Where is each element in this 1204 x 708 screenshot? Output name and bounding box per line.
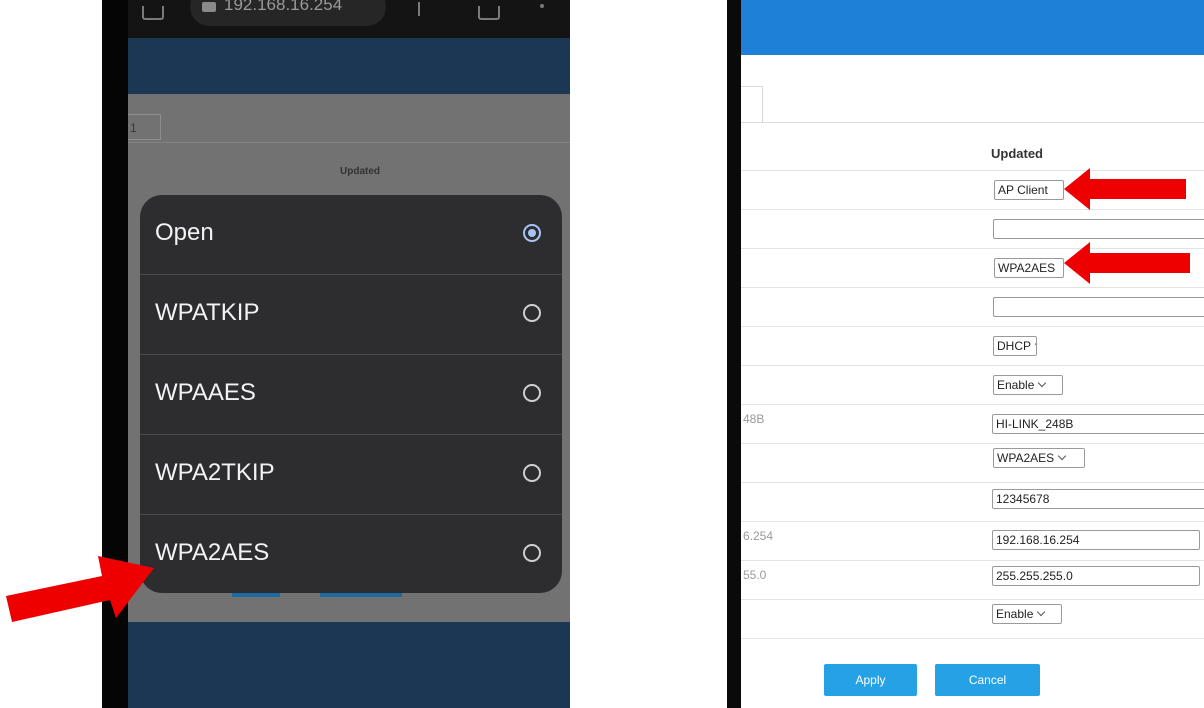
chevron-down-icon: [1038, 378, 1047, 388]
ap-password-input[interactable]: 12345678: [992, 489, 1204, 509]
field-value: WPA2AES: [998, 261, 1056, 275]
row-divider: [741, 482, 1204, 483]
updated-column-header: Updated: [991, 146, 1043, 161]
row-left-label: 6.254: [743, 529, 774, 543]
ssid-input[interactable]: [993, 219, 1204, 239]
browser-toolbar: 192.168.16.254: [128, 0, 570, 38]
radio-icon[interactable]: [523, 464, 541, 482]
option-label: WPAAES: [155, 379, 256, 406]
page-footer: [128, 622, 570, 708]
field-value: Enable: [996, 607, 1034, 621]
field-value: 255.255.255.0: [996, 569, 1073, 583]
red-arrow-icon: [1064, 168, 1186, 210]
row-divider: [741, 560, 1204, 561]
router-settings-screenshot: Updated 48B 6.254 55.0 AP Client WPA2AES…: [727, 0, 1204, 708]
enable-select[interactable]: Enable: [993, 375, 1063, 395]
row-left-label: 55.0: [743, 568, 767, 582]
cancel-button[interactable]: Cancel: [935, 664, 1040, 696]
row-divider: [741, 599, 1204, 600]
mode-select[interactable]: AP Client: [994, 180, 1064, 200]
encryption-picker-dialog: Open WPATKIP WPAAES WPA2TKIP WPA2AES: [140, 195, 562, 593]
option-open[interactable]: Open: [140, 195, 562, 275]
field-value: HI-LINK_248B: [996, 417, 1074, 431]
radio-icon[interactable]: [523, 304, 541, 322]
divider: [128, 142, 570, 143]
ap-encryption-select[interactable]: WPA2AES: [993, 448, 1085, 468]
radio-icon[interactable]: [523, 384, 541, 402]
row-divider: [741, 365, 1204, 366]
subnet-mask-input[interactable]: 255.255.255.0: [992, 566, 1200, 586]
red-arrow-icon: [6, 556, 154, 622]
chevron-down-icon: [1037, 607, 1046, 617]
field-value: 192.168.16.254: [996, 533, 1080, 547]
field-value: AP Client: [998, 183, 1048, 197]
apply-button[interactable]: Apply: [824, 664, 917, 696]
option-label: Open: [155, 219, 214, 246]
password-input[interactable]: [993, 297, 1204, 317]
row-divider: [741, 638, 1204, 639]
settings-tab[interactable]: [741, 86, 763, 123]
tab-icon[interactable]: [142, 6, 164, 20]
row-divider: [741, 287, 1204, 288]
router-header-bar: [741, 0, 1204, 55]
row-left-label: 48B: [743, 412, 765, 426]
dhcp-server-select[interactable]: Enable: [992, 604, 1062, 624]
row-divider: [741, 443, 1204, 444]
phone-screenshot: 192.168.16.254 1 Updated Open WPATKIP WP…: [102, 0, 570, 708]
address-text: 192.168.16.254: [224, 0, 343, 14]
chevron-down-icon: [1034, 339, 1036, 349]
option-wpatkip[interactable]: WPATKIP: [140, 275, 562, 355]
radio-selected-icon[interactable]: [523, 224, 541, 242]
chevron-down-icon: [1057, 451, 1067, 461]
field-value: 12345678: [996, 492, 1050, 506]
option-wpa2tkip[interactable]: WPA2TKIP: [140, 435, 562, 515]
page-banner: [128, 38, 570, 94]
row-divider: [741, 326, 1204, 327]
wan-mode-select[interactable]: DHCP: [993, 336, 1037, 356]
updated-column-header: Updated: [340, 166, 380, 177]
red-arrow-icon: [1064, 242, 1190, 284]
download-icon[interactable]: [418, 2, 420, 16]
tab-divider: [741, 122, 1204, 123]
lock-icon: [202, 2, 216, 12]
encryption-select[interactable]: WPA2AES: [994, 258, 1064, 278]
ip-address-input[interactable]: 192.168.16.254: [992, 530, 1200, 550]
option-label: WPATKIP: [155, 299, 260, 326]
page-tab[interactable]: 1: [128, 114, 161, 140]
option-label: WPA2AES: [155, 539, 270, 566]
field-value: Enable: [997, 378, 1035, 392]
left-edge: [727, 0, 741, 708]
radio-icon[interactable]: [523, 544, 541, 562]
more-menu-icon[interactable]: [540, 4, 544, 8]
option-wpaaes[interactable]: WPAAES: [140, 355, 562, 435]
ap-ssid-input[interactable]: HI-LINK_248B: [992, 414, 1204, 434]
option-label: WPA2TKIP: [155, 459, 275, 486]
field-value: WPA2AES: [997, 451, 1055, 465]
address-bar[interactable]: 192.168.16.254: [190, 0, 386, 26]
row-divider: [741, 521, 1204, 522]
field-value: DHCP: [997, 339, 1032, 353]
row-divider: [741, 404, 1204, 405]
option-wpa2aes[interactable]: WPA2AES: [140, 515, 562, 593]
tabs-icon[interactable]: [478, 6, 500, 20]
